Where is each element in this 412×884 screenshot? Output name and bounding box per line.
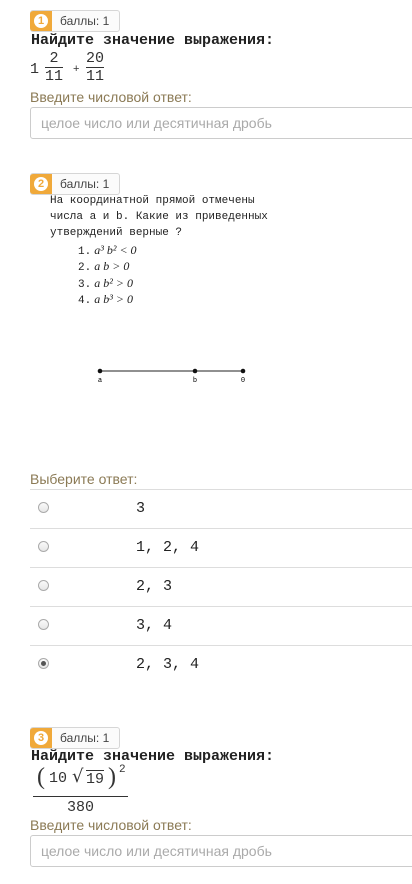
q3-radicand: 19 — [86, 770, 105, 788]
radio-button[interactable] — [38, 580, 49, 591]
point-b — [192, 368, 198, 374]
radio-button[interactable] — [38, 541, 49, 552]
label-b: b — [193, 377, 197, 385]
q1-points-badge: 1 баллы: 1 — [30, 10, 120, 32]
q3-points: баллы: 1 — [60, 731, 110, 745]
q2-statement: На координатной прямой отмечены числа a … — [50, 195, 268, 239]
q3-answer-input[interactable] — [30, 835, 412, 867]
radio-button-selected[interactable] — [38, 658, 49, 669]
q2-option-3[interactable]: 2, 3 — [30, 567, 412, 607]
q3-exponent: 2 — [119, 764, 126, 776]
q3-title: Найдите значение выражения: — [31, 748, 275, 765]
q2-number-badge: 2 — [30, 174, 52, 194]
q3-coefficient: 10 — [49, 770, 68, 787]
q3-number-badge: 3 — [30, 728, 52, 748]
option-label: 3 — [136, 500, 146, 517]
label-a: a — [98, 377, 102, 385]
q2-item-3: 3. a b² > 0 — [78, 276, 133, 291]
q1-whole: 1 — [30, 61, 40, 78]
q3-answer-hint: Введите числовой ответ: — [30, 817, 192, 833]
q2-choose-label: Выберите ответ: — [30, 471, 138, 487]
q2-option-4[interactable]: 3, 4 — [30, 606, 412, 646]
label-zero: 0 — [241, 377, 245, 385]
q1-title: Найдите значение выражения: — [31, 32, 275, 49]
q2-option-1[interactable]: 3 — [30, 489, 412, 529]
paren-open: ( — [37, 764, 45, 790]
q1-number-badge: 1 — [30, 11, 52, 31]
q1-points: баллы: 1 — [60, 14, 110, 28]
q2-item-1: 1. a³ b² < 0 — [78, 243, 137, 258]
point-a — [97, 368, 103, 374]
radio-button[interactable] — [38, 619, 49, 630]
q2-item-2: 2. a b > 0 — [78, 259, 130, 274]
q2-points-badge: 2 баллы: 1 — [30, 173, 120, 195]
option-label: 2, 3, 4 — [136, 656, 200, 673]
q2-points: баллы: 1 — [60, 177, 110, 191]
fraction-bar — [33, 796, 128, 797]
q2-item-4: 4. a b³ > 0 — [78, 292, 133, 307]
radio-button[interactable] — [38, 502, 49, 513]
q1-fraction-1: 2 11 — [45, 50, 64, 85]
sqrt-icon: √ — [72, 766, 84, 787]
option-label: 3, 4 — [136, 617, 173, 634]
q3-denominator: 380 — [67, 799, 95, 816]
q2-option-5[interactable]: 2, 3, 4 — [30, 645, 412, 685]
q1-fraction-2: 20 11 — [86, 50, 105, 85]
q2-number-line: a b 0 — [97, 368, 246, 385]
q3-expression: ( 10 √ 19 ) 2 380 — [33, 764, 133, 816]
q3-points-badge: 3 баллы: 1 — [30, 727, 120, 749]
q1-expression: 1 2 11 + 20 11 — [30, 50, 150, 90]
q1-answer-input[interactable] — [30, 107, 412, 139]
option-label: 1, 2, 4 — [136, 539, 200, 556]
q1-operator: + — [73, 63, 80, 75]
q2-option-2[interactable]: 1, 2, 4 — [30, 528, 412, 568]
point-zero — [240, 368, 246, 374]
option-label: 2, 3 — [136, 578, 173, 595]
paren-close: ) — [108, 764, 116, 790]
q1-answer-hint: Введите числовой ответ: — [30, 89, 192, 105]
